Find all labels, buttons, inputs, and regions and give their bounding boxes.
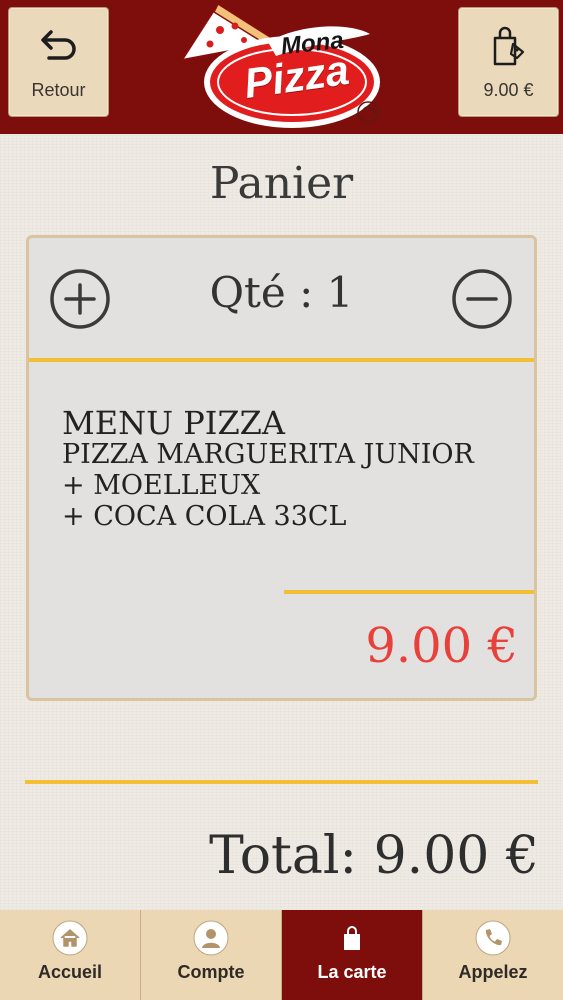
nav-item-compte[interactable]: Compte <box>141 910 282 1000</box>
shopping-bag-icon <box>493 26 524 66</box>
item-name: MENU PIZZA <box>62 404 286 442</box>
cart-total: Total: 9.00 € <box>209 826 539 886</box>
bottom-navigation: Accueil Compte La carte Appelez <box>0 910 563 1000</box>
item-line: PIZZA MARGUERITA JUNIOR <box>62 439 474 470</box>
cart-item-card: Qté : 1 MENU PIZZA PIZZA MARGUERITA JUNI… <box>26 235 537 701</box>
price-divider <box>284 590 534 594</box>
item-line: + COCA COLA 33CL <box>62 501 347 532</box>
decrease-quantity-button[interactable] <box>451 268 513 330</box>
nav-label: Accueil <box>37 962 103 982</box>
item-price: 9.00 € <box>365 618 518 674</box>
back-button-label: Retour <box>31 80 86 100</box>
cart-button[interactable]: 9.00 € <box>458 7 559 117</box>
nav-item-la-carte[interactable]: La carte <box>282 910 423 1000</box>
total-divider <box>25 780 538 784</box>
user-icon <box>193 920 229 956</box>
phone-icon <box>475 920 511 956</box>
shopping-bag-icon <box>344 926 360 950</box>
cart-amount: 9.00 € <box>483 80 534 100</box>
nav-label: La carte <box>317 962 387 982</box>
home-icon <box>52 920 88 956</box>
logo[interactable]: Mona Pizza <box>180 0 385 134</box>
quantity-row: Qté : 1 <box>29 238 534 362</box>
nav-label: Compte <box>177 962 245 982</box>
nav-item-accueil[interactable]: Accueil <box>0 910 141 1000</box>
back-button[interactable]: Retour <box>8 7 109 117</box>
app-header: Retour Mona Pizza 9.00 € <box>0 0 563 134</box>
item-line: + MOELLEUX <box>62 470 261 501</box>
back-arrow-icon <box>40 30 76 60</box>
nav-label: Appelez <box>458 962 528 982</box>
nav-item-appelez[interactable]: Appelez <box>423 910 563 1000</box>
item-description: MENU PIZZA PIZZA MARGUERITA JUNIOR + MOE… <box>62 404 474 532</box>
page-title: Panier <box>209 158 354 209</box>
